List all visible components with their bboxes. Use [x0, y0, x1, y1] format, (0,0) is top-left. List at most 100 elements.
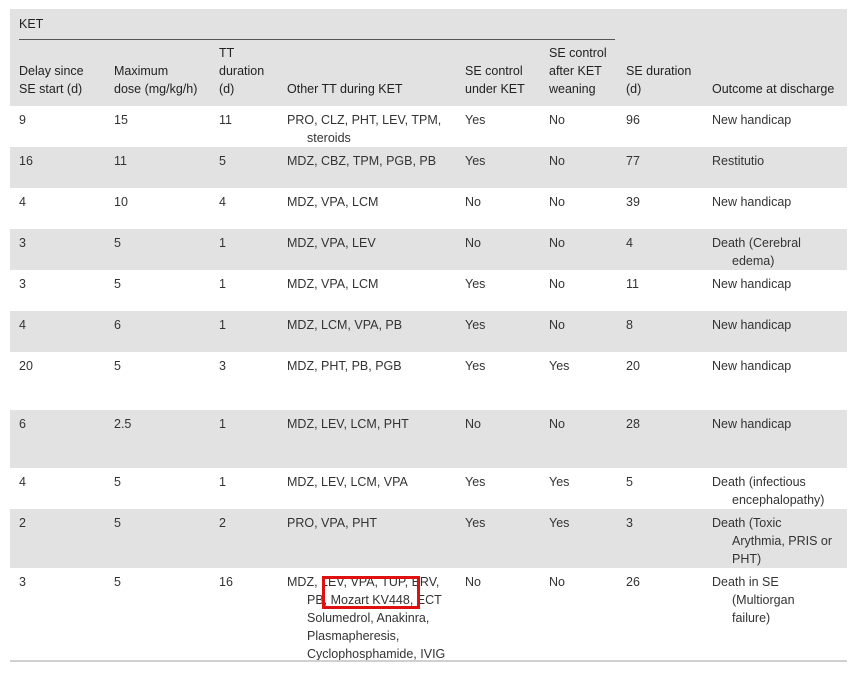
cell-tt-duration: 16 — [219, 575, 233, 589]
cell-line: Death in SE — [712, 575, 779, 589]
cell-se-duration: 5 — [626, 475, 633, 489]
cell-other-tt: MDZ, VPA, LCM — [287, 275, 378, 293]
cell-se-control-after: No — [549, 417, 565, 431]
cell-line: steroids — [307, 131, 351, 145]
cell-line: PRO, VPA, PHT — [287, 516, 378, 530]
cell-max-dose: 5 — [114, 575, 121, 589]
cell-line: MDZ, VPA, LCM — [287, 277, 379, 291]
annotation-highlight-box — [322, 576, 420, 609]
cell-max-dose: 10 — [114, 195, 128, 209]
cell-outcome: New handicap — [712, 275, 791, 293]
cell-se-control-under: No — [465, 236, 481, 250]
cell-delay: 16 — [19, 154, 33, 168]
cell-se-control-after: Yes — [549, 475, 570, 489]
cell-line: Death (infectious — [712, 475, 806, 489]
cell-se-duration: 77 — [626, 154, 640, 168]
cell-outcome: Death (Cerebral edema) — [712, 234, 801, 270]
cell-other-tt: MDZ, PHT, PB, PGB — [287, 357, 402, 375]
cell-max-dose: 5 — [114, 516, 121, 530]
cell-outcome: New handicap — [712, 111, 791, 129]
cell-outcome: New handicap — [712, 193, 791, 211]
cell-line: New handicap — [712, 417, 792, 431]
delay-header: Delay since SE start (d) — [19, 62, 84, 98]
cell-line: MDZ, PHT, PB, PGB — [287, 359, 402, 373]
header-line: Maximum — [114, 64, 169, 78]
se-duration-header: SE duration (d) — [626, 62, 691, 98]
cell-other-tt: MDZ, VPA, LCM — [287, 193, 378, 211]
cell-max-dose: 6 — [114, 318, 121, 332]
table-row: 20 5 3 MDZ, PHT, PB, PGB Yes Yes 20 New handica… — [10, 352, 847, 410]
cell-se-control-after: No — [549, 575, 565, 589]
cell-other-tt: MDZ, LEV, LCM, PHT — [287, 415, 409, 433]
cell-delay: 3 — [19, 236, 26, 250]
cell-max-dose: 15 — [114, 113, 128, 127]
cell-line: MDZ, LEV, LCM, PHT — [287, 417, 409, 431]
cell-line: (Multiorgan — [732, 593, 795, 607]
cell-se-control-under: Yes — [465, 154, 486, 168]
cell-max-dose: 5 — [114, 277, 121, 291]
header-line: (d) — [219, 82, 235, 96]
cell-se-control-under: No — [465, 417, 481, 431]
cell-se-control-after: No — [549, 154, 565, 168]
cell-line: edema) — [732, 254, 775, 268]
header-line: Outcome at discharge — [712, 82, 835, 96]
cell-line: New handicap — [712, 195, 792, 209]
cell-line: Restitutio — [712, 154, 765, 168]
header-line: Other TT during KET — [287, 82, 403, 96]
cell-se-duration: 3 — [626, 516, 633, 530]
header-line: SE control — [465, 64, 523, 78]
cell-delay: 20 — [19, 359, 33, 373]
header-line: duration — [219, 64, 265, 78]
cell-se-control-under: Yes — [465, 516, 486, 530]
cell-other-tt: MDZ, CBZ, TPM, PGB, PB — [287, 152, 436, 170]
header-line: (d) — [626, 82, 642, 96]
cell-se-duration: 20 — [626, 359, 640, 373]
table-row: 4 10 4 MDZ, VPA, LCM No No 39 New handicap — [10, 188, 847, 229]
cell-max-dose: 5 — [114, 359, 121, 373]
cell-line: Solumedrol, Anakinra, — [307, 611, 430, 625]
cell-max-dose: 5 — [114, 236, 121, 250]
cell-delay: 3 — [19, 277, 26, 291]
cell-delay: 4 — [19, 195, 26, 209]
cell-se-control-after: No — [549, 113, 565, 127]
cell-delay: 6 — [19, 417, 26, 431]
cell-se-control-after: Yes — [549, 359, 570, 373]
cell-outcome: Death (infectious encephalopathy) — [712, 473, 824, 509]
group-rule — [19, 39, 615, 40]
cell-line: Death (Cerebral — [712, 236, 801, 250]
header-line: SE control — [549, 46, 607, 60]
cell-se-control-under: Yes — [465, 277, 486, 291]
other-tt-header: Other TT during KET — [287, 80, 403, 98]
cell-other-tt: MDZ, LEV, LCM, VPA — [287, 473, 408, 491]
cell-line: New handicap — [712, 318, 792, 332]
cell-se-control-under: No — [465, 195, 481, 209]
table-row: 4 6 1 MDZ, LCM, VPA, PB Yes No 8 New handicap — [10, 311, 847, 352]
cell-max-dose: 11 — [114, 154, 127, 168]
results-table: KET Delay since SE start (d) Maximum dose (… — [10, 9, 847, 662]
cell-line: MDZ, CBZ, TPM, PGB, PB — [287, 154, 437, 168]
cell-se-control-after: No — [549, 195, 565, 209]
cell-line: PHT) — [732, 552, 762, 566]
cell-line: failure) — [732, 611, 771, 625]
cell-se-duration: 26 — [626, 575, 640, 589]
tt-duration-header: TT duration (d) — [219, 44, 264, 98]
cell-line: MDZ, VPA, LEV — [287, 236, 376, 250]
cell-tt-duration: 3 — [219, 359, 226, 373]
cell-line: MDZ, LEV, LCM, VPA — [287, 475, 408, 489]
header-line: SE duration — [626, 64, 692, 78]
cell-tt-duration: 1 — [219, 417, 226, 431]
cell-line: Plasmapheresis, — [307, 629, 400, 643]
se-control-after-header: SE control after KET weaning — [549, 44, 607, 98]
cell-se-control-under: No — [465, 575, 481, 589]
cell-outcome: New handicap — [712, 316, 791, 334]
cell-se-control-under: Yes — [465, 113, 486, 127]
cell-se-control-under: Yes — [465, 318, 486, 332]
cell-delay: 4 — [19, 318, 26, 332]
table-row: 9 15 11 PRO, CLZ, PHT, LEV, TPM, steroids Yes… — [10, 106, 847, 147]
header-line: dose (mg/kg/h) — [114, 82, 198, 96]
cell-se-duration: 96 — [626, 113, 640, 127]
cell-se-control-after: No — [549, 236, 565, 250]
cell-se-control-under: Yes — [465, 475, 486, 489]
table-row: 16 11 5 MDZ, CBZ, TPM, PGB, PB Yes No 77 Restit… — [10, 147, 847, 188]
cell-tt-duration: 1 — [219, 277, 226, 291]
